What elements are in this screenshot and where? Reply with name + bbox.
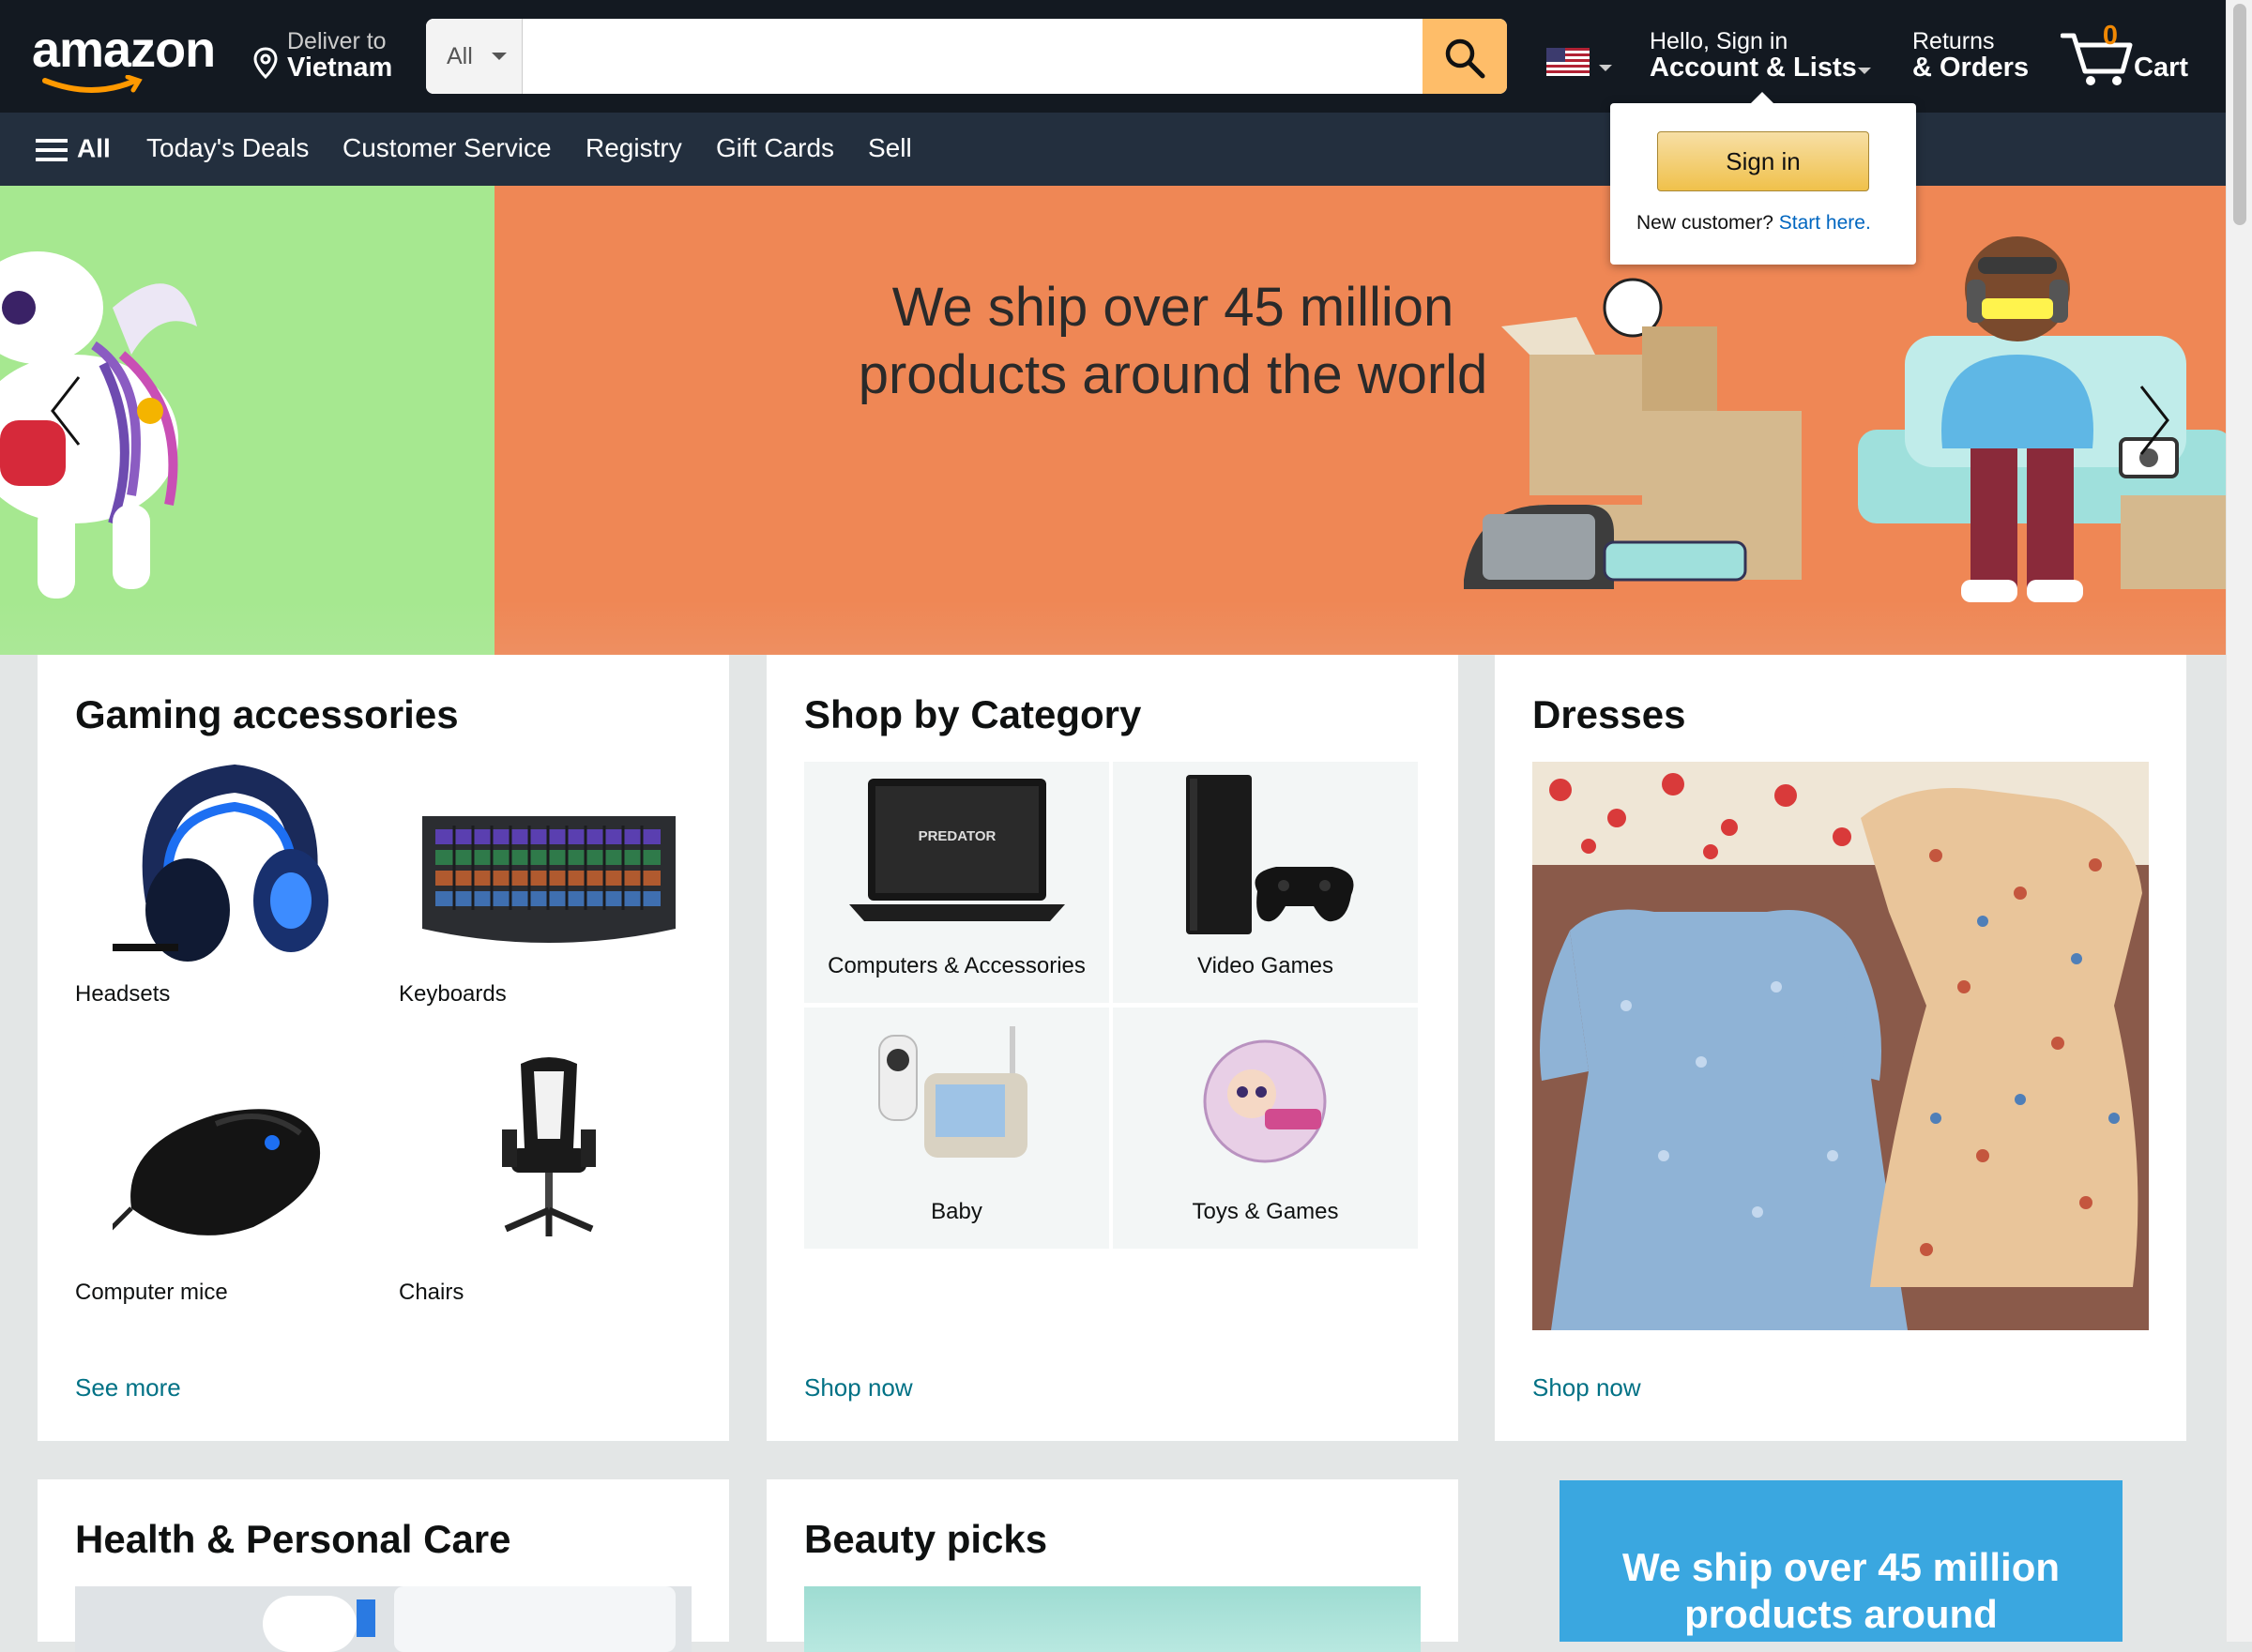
card-dresses: Dresses Shop now [1495,655,2186,1441]
card-gaming-accessories: Gaming accessories Headsets Keyboards Co… [38,655,729,1441]
us-flag-icon [1546,48,1590,76]
cart-label: Cart [2134,53,2189,83]
keyboard-image [422,816,676,943]
search-icon [1445,38,1485,79]
category-label: Video Games [1197,953,1333,978]
svg-text:PREDATOR: PREDATOR [919,828,997,844]
logo-text: amazon [32,22,216,78]
hero-headline-line2: products around the world [858,344,1488,405]
deliver-to-location[interactable]: Deliver to Vietnam [250,26,400,86]
card-title: Dresses [1532,692,1686,736]
health-products-image[interactable] [75,1586,692,1652]
shop-now-link[interactable]: Shop now [1532,1373,1641,1402]
baby-monitor-image [878,1026,1027,1158]
scrollbar-thumb[interactable] [2233,4,2246,225]
account-greeting: Hello, Sign in [1650,28,1788,54]
headset-image [113,764,328,962]
sign-in-flyout: Sign in New customer? Start here. [1610,92,1916,265]
gaming-item-headsets[interactable]: Headsets [75,760,375,1013]
search-button[interactable] [1423,19,1507,94]
card-title: Beauty picks [804,1517,1048,1561]
start-here-link[interactable]: Start here. [1779,212,1871,234]
see-more-link[interactable]: See more [75,1373,181,1402]
promo-line1: We ship over 45 million [1621,1545,2061,1589]
orders-label: & Orders [1912,53,2030,83]
search-category-dropdown[interactable]: All [426,19,523,94]
gaming-item-chairs[interactable]: Chairs [399,1057,699,1311]
beauty-products-image[interactable] [804,1586,1421,1652]
category-tile-toys-games[interactable]: Toys & Games [1113,1008,1418,1249]
card-title: Shop by Category [804,692,1142,736]
account-lists-label: Account & Lists [1650,53,1857,83]
location-pin-icon [253,47,278,79]
card-beauty-picks: Beauty picks [767,1479,1458,1652]
returns-and-orders[interactable]: Returns & Orders [1912,26,2044,86]
promo-line2: products around [1684,1592,1998,1636]
carousel-previous-button[interactable] [47,373,84,448]
new-customer-prompt: New customer? Start here. [1636,212,1871,235]
search-bar: All [426,19,1507,94]
flyout-arrow [1749,92,1775,105]
cart-button[interactable]: 0 Cart [2061,21,2201,92]
nav-link-customer-service[interactable]: Customer Service [342,133,552,163]
chair-image [502,1057,596,1236]
returns-label: Returns [1912,28,1995,54]
page-scrollbar[interactable] [2226,0,2252,1642]
item-label: Keyboards [399,981,507,1007]
cart-icon [2061,33,2133,85]
carousel-next-button[interactable] [2136,383,2173,458]
language-selector[interactable] [1546,48,1618,80]
item-label: Chairs [399,1280,464,1305]
card-shop-by-category: Shop by Category PREDATOR Computers & Ac… [767,655,1458,1441]
category-tile-computers[interactable]: PREDATOR Computers & Accessories [804,762,1109,1003]
amazon-logo[interactable]: amazon [32,15,220,93]
smile-arrow-icon [42,75,143,93]
hero-headline-line1: We ship over 45 million [891,277,1454,338]
shop-now-link[interactable]: Shop now [804,1373,913,1402]
all-menu-label: All [77,133,111,163]
caret-down-icon [1599,65,1612,71]
shipping-illustration [1464,236,2226,602]
deliver-to-label: Deliver to [287,28,387,54]
all-menu-button[interactable]: All [36,133,111,167]
card-title: Gaming accessories [75,692,459,736]
nav-link-gift-cards[interactable]: Gift Cards [716,133,834,163]
hero-headline: We ship over 45 million products around … [807,274,1539,409]
card-health-personal-care: Health & Personal Care [38,1479,729,1652]
gaming-item-computer-mice[interactable]: Computer mice [75,1058,375,1311]
caret-down-icon [492,53,507,60]
game-console-image [1186,775,1354,934]
category-tile-video-games[interactable]: Video Games [1113,762,1418,1003]
nav-link-todays-deals[interactable]: Today's Deals [146,133,309,163]
sign-in-button[interactable]: Sign in [1657,131,1869,191]
toy-pony-image [0,251,197,599]
top-navigation-bar: amazon Deliver to Vietnam All Hello, Sig… [0,0,2226,113]
account-and-lists[interactable]: Hello, Sign in Account & Lists [1650,26,1884,86]
caret-down-icon [1858,68,1871,74]
gaming-item-keyboards[interactable]: Keyboards [399,760,699,1013]
card-title: Health & Personal Care [75,1517,511,1561]
category-tile-baby[interactable]: Baby [804,1008,1109,1249]
category-label: Toys & Games [1192,1199,1339,1224]
search-category-label: All [447,43,473,69]
nav-link-sell[interactable]: Sell [868,133,912,163]
cart-count: 0 [2102,21,2119,51]
new-customer-text: New customer? [1636,212,1773,234]
dresses-image[interactable] [1532,762,2149,1330]
category-label: Computers & Accessories [828,953,1086,978]
promo-banner[interactable]: We ship over 45 million products around [1560,1480,2123,1642]
deliver-country: Vietnam [287,53,393,83]
laptop-image: PREDATOR [849,779,1065,921]
toy-ball-image [1203,1039,1327,1163]
item-label: Headsets [75,981,171,1007]
category-label: Baby [931,1199,982,1224]
item-label: Computer mice [75,1280,228,1305]
hamburger-menu-icon [36,133,68,167]
mouse-image [113,1109,321,1235]
nav-link-registry[interactable]: Registry [586,133,682,163]
search-input[interactable] [524,19,1424,94]
